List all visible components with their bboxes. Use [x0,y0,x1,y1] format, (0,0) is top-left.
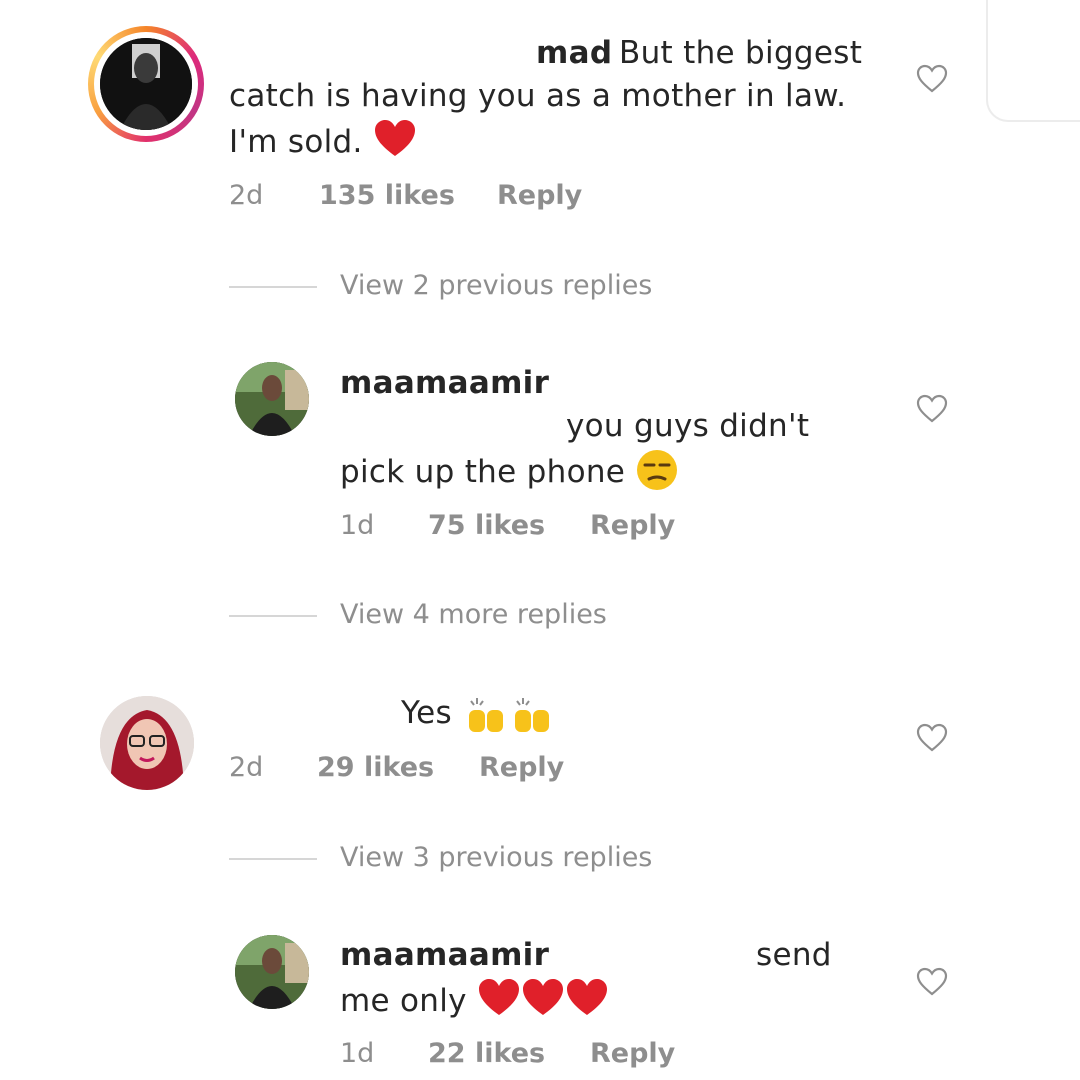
unamused-face-emoji [637,450,678,490]
likes-count[interactable]: 29 likes [317,752,434,783]
heart-outline-icon[interactable] [916,967,948,997]
comment-username[interactable]: mad [536,32,612,75]
likes-count[interactable]: 75 likes [428,510,545,541]
comment-time: 1d [340,510,375,541]
reply-button[interactable]: Reply [590,510,675,541]
comment-text: Yes [401,695,452,731]
comment-meta: 2d 29 likes Reply [229,752,729,792]
view-more-replies-button[interactable]: View 4 more replies [340,599,607,630]
comment-body: mad But the biggest catch is having you … [229,32,889,164]
likes-count[interactable]: 22 likes [428,1038,545,1069]
comment-time: 1d [340,1038,375,1069]
avatar[interactable] [235,935,309,1009]
avatar[interactable] [100,696,194,790]
divider-line [229,615,317,617]
comment-username[interactable]: maamaamir [340,365,549,401]
reply-body: maamaamir you guys didn't pick up the ph… [340,362,900,494]
red-heart-emoji [374,120,415,156]
view-previous-replies-button[interactable]: View 3 previous replies [340,842,652,873]
comment-meta: 1d 22 likes Reply [340,1038,840,1078]
comment-username[interactable]: maamaamir [340,934,549,977]
avatar[interactable] [235,362,309,436]
comment-text: catch is having you as a mother in law. [229,78,847,114]
comment-text: send [756,937,832,973]
comment-time: 2d [229,752,264,783]
heart-outline-icon[interactable] [916,723,948,753]
redacted-area [229,36,529,76]
likes-count[interactable]: 135 likes [319,180,455,211]
divider-line [229,858,317,860]
view-previous-replies-button[interactable]: View 2 previous replies [340,270,652,301]
red-heart-emoji [478,979,519,1015]
heart-outline-icon[interactable] [916,394,948,424]
reply-button[interactable]: Reply [590,1038,675,1069]
red-heart-emoji [522,979,563,1015]
raising-hands-emoji [465,692,557,748]
comment-text: you guys didn't [566,408,810,444]
comment-body: Yes [229,692,829,738]
comment-text: But the biggest [619,35,863,71]
comment-meta: 2d 135 likes Reply [229,180,729,220]
red-heart-emoji [566,979,607,1015]
reply-button[interactable]: Reply [479,752,564,783]
divider-line [229,286,317,288]
avatar [100,38,192,130]
side-panel-edge [986,0,1080,122]
comment-text: me only [340,983,467,1019]
reply-body: maamaamir send me only [340,934,900,1023]
heart-outline-icon[interactable] [916,64,948,94]
comment-meta: 1d 75 likes Reply [340,510,840,550]
reply-button[interactable]: Reply [497,180,582,211]
comment-time: 2d [229,180,264,211]
comment-text: pick up the phone [340,454,626,490]
avatar-story-ring[interactable] [88,26,204,142]
comment-text: I'm sold. [229,124,363,160]
